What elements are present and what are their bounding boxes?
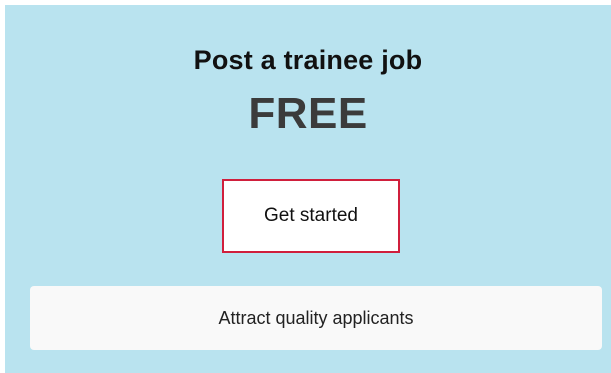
promo-panel: Post a trainee job FREE Get started Attr… bbox=[5, 5, 611, 373]
promo-title: Post a trainee job bbox=[193, 45, 423, 75]
get-started-button[interactable]: Get started bbox=[222, 179, 400, 253]
price-text: FREE bbox=[248, 89, 368, 138]
benefit-banner: Attract quality applicants bbox=[30, 286, 602, 350]
